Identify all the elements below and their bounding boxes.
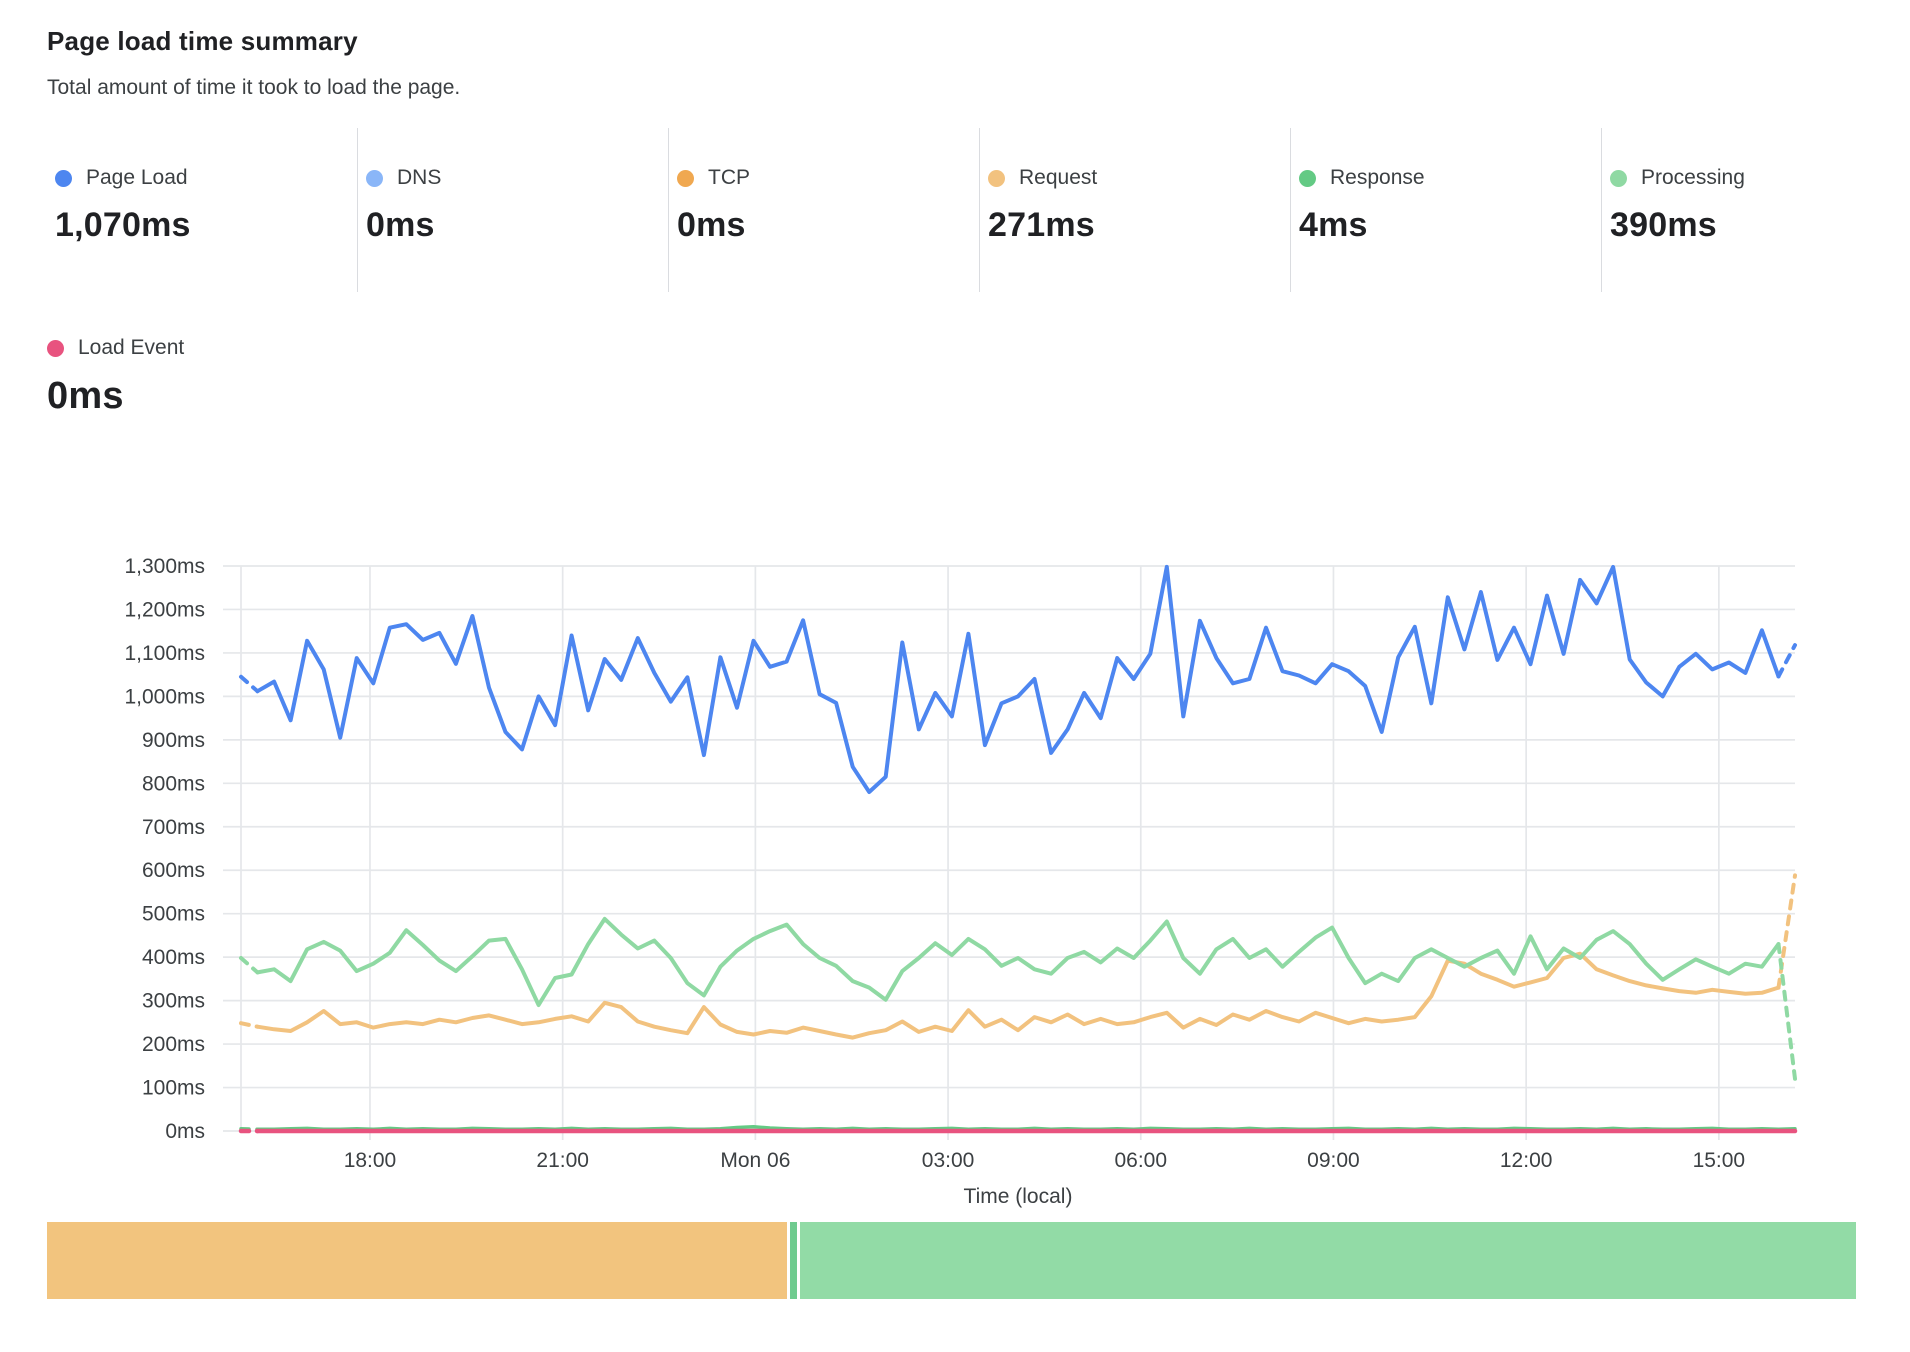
time-range-brush[interactable] — [47, 1222, 1856, 1299]
timeseries-chart[interactable]: 0ms 100ms 200ms 300ms 400ms 500ms 600ms 700ms 80… — [0, 0, 1910, 1352]
svg-text:06:00: 06:00 — [1114, 1149, 1167, 1172]
svg-text:800ms: 800ms — [142, 772, 205, 795]
svg-text:100ms: 100ms — [142, 1077, 205, 1100]
brush-segment-request[interactable] — [47, 1222, 787, 1299]
brush-segment-processing[interactable] — [800, 1222, 1856, 1299]
svg-text:700ms: 700ms — [142, 816, 205, 839]
svg-text:600ms: 600ms — [142, 859, 205, 882]
svg-text:0ms: 0ms — [165, 1120, 205, 1143]
svg-text:1,200ms: 1,200ms — [124, 598, 205, 621]
page-load-summary-panel: Page load time summary Total amount of t… — [0, 0, 1910, 1352]
svg-text:09:00: 09:00 — [1307, 1149, 1360, 1172]
svg-text:1,300ms: 1,300ms — [124, 555, 205, 578]
svg-text:1,100ms: 1,100ms — [124, 642, 205, 665]
svg-text:500ms: 500ms — [142, 903, 205, 926]
svg-text:400ms: 400ms — [142, 946, 205, 969]
svg-text:15:00: 15:00 — [1693, 1149, 1746, 1172]
svg-text:03:00: 03:00 — [922, 1149, 975, 1172]
svg-text:Time (local): Time (local) — [964, 1185, 1073, 1208]
brush-segment-handle[interactable] — [790, 1222, 797, 1299]
svg-text:18:00: 18:00 — [344, 1149, 397, 1172]
svg-text:200ms: 200ms — [142, 1033, 205, 1056]
svg-text:300ms: 300ms — [142, 990, 205, 1013]
svg-text:Mon 06: Mon 06 — [720, 1149, 790, 1172]
svg-text:900ms: 900ms — [142, 729, 205, 752]
svg-text:21:00: 21:00 — [536, 1149, 589, 1172]
svg-text:12:00: 12:00 — [1500, 1149, 1553, 1172]
svg-text:1,000ms: 1,000ms — [124, 685, 205, 708]
